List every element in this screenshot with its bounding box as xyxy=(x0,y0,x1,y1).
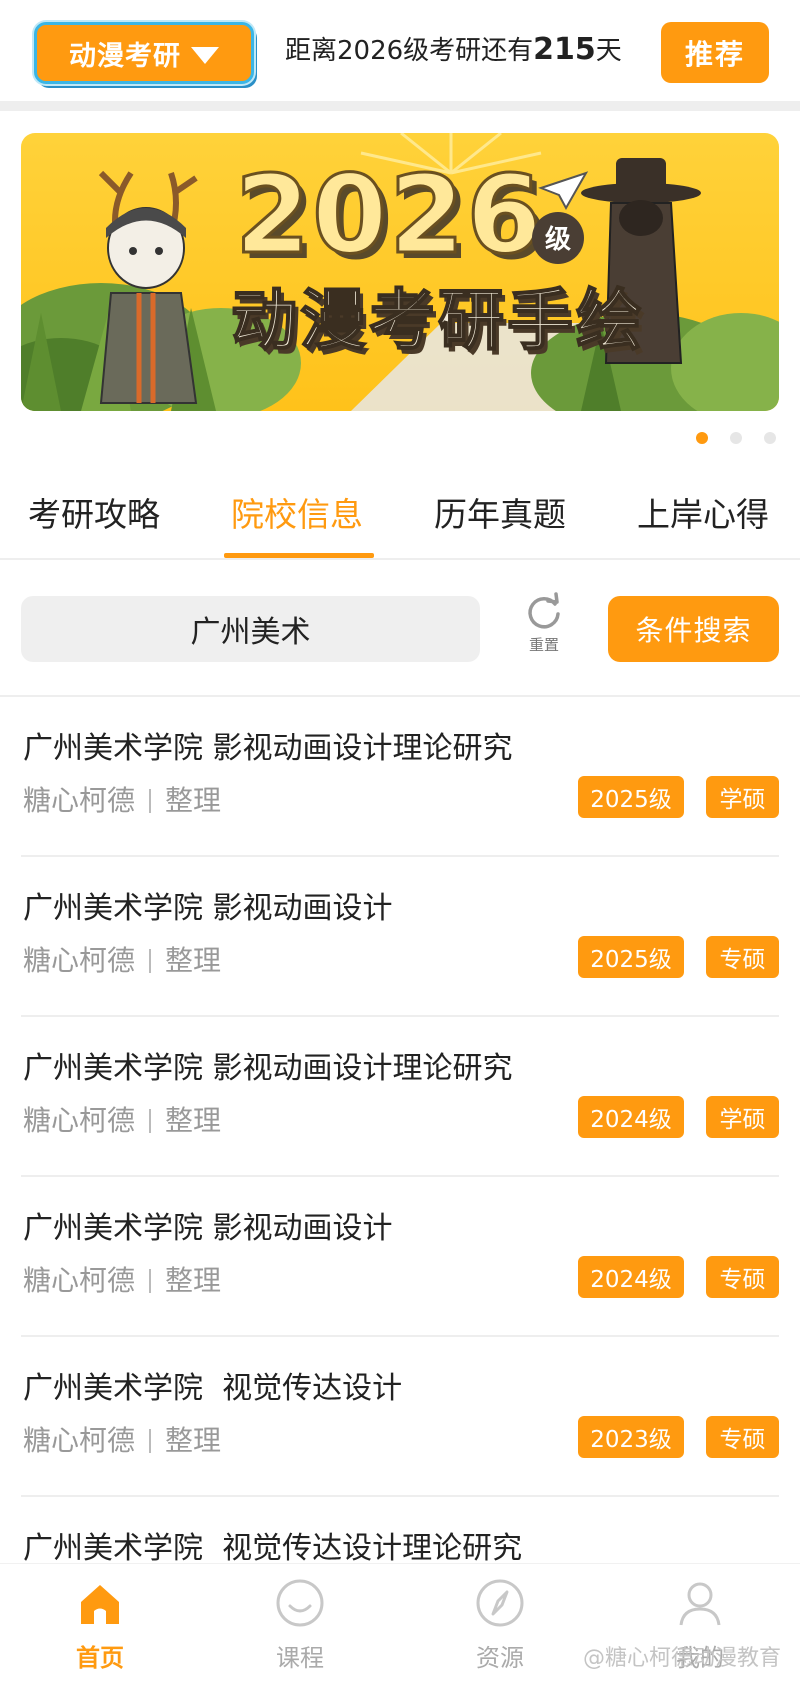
item-tags: 2023级 专硕 xyxy=(578,1416,779,1458)
meta-separator xyxy=(149,789,152,813)
item-role: 整理 xyxy=(165,1424,222,1457)
item-meta: 糖心柯德 整理 xyxy=(23,1419,221,1459)
header-divider xyxy=(0,101,800,111)
nav-resources-label: 资源 xyxy=(476,1644,524,1672)
filter-search-button[interactable]: 条件搜索 xyxy=(608,596,779,662)
banner-illustration: 2026 2026 级 动漫考研手绘 动漫考研手绘 xyxy=(21,133,779,411)
degree-tag: 专硕 xyxy=(706,936,779,978)
item-author: 糖心柯德 xyxy=(23,784,136,817)
year-tag: 2024级 xyxy=(578,1256,684,1298)
tab-exam-strategy[interactable]: 考研攻略 xyxy=(28,488,160,536)
list-item[interactable]: 广州美术学院 影视动画设计理论研究 糖心柯德 整理 2025级 学硕 xyxy=(21,697,779,857)
reset-button[interactable]: 重置 xyxy=(520,592,568,668)
smile-icon xyxy=(276,1579,324,1627)
home-icon xyxy=(81,1585,119,1624)
item-role: 整理 xyxy=(165,784,222,817)
item-meta: 糖心柯德 整理 xyxy=(23,1259,221,1299)
year-tag: 2025级 xyxy=(578,936,684,978)
nav-home-label: 首页 xyxy=(76,1644,124,1672)
carousel-dot[interactable] xyxy=(730,432,742,444)
category-selector[interactable]: 动漫考研 xyxy=(14,10,254,94)
item-tags: 2024级 专硕 xyxy=(578,1256,779,1298)
item-tags: 2024级 学硕 xyxy=(578,1096,779,1138)
year-tag: 2023级 xyxy=(578,1416,684,1458)
recommend-button[interactable]: 推荐 xyxy=(661,22,769,83)
item-meta: 糖心柯德 整理 xyxy=(23,939,221,979)
meta-separator xyxy=(149,1109,152,1133)
tab-past-papers[interactable]: 历年真题 xyxy=(434,488,566,536)
carousel-dots xyxy=(696,432,776,444)
compass-icon xyxy=(476,1579,524,1627)
item-tags: 2025级 专硕 xyxy=(578,936,779,978)
list-item[interactable]: 广州美术学院 影视动画设计 糖心柯德 整理 2025级 专硕 xyxy=(21,857,779,1017)
item-title: 广州美术学院 影视动画设计理论研究 xyxy=(23,1051,513,1086)
meta-separator xyxy=(149,949,152,973)
item-author: 糖心柯德 xyxy=(23,944,136,977)
item-title: 广州美术学院 影视动画设计理论研究 xyxy=(23,731,513,766)
tab-success-stories[interactable]: 上岸心得 xyxy=(637,488,769,536)
school-search-input[interactable]: 广州美术 xyxy=(21,596,480,662)
banner-title: 动漫考研手绘 xyxy=(231,282,645,359)
source-watermark: @糖心柯德动漫教育 xyxy=(583,1646,782,1671)
meta-separator xyxy=(149,1269,152,1293)
item-meta: 糖心柯德 整理 xyxy=(23,779,221,819)
item-role: 整理 xyxy=(165,1264,222,1297)
item-role: 整理 xyxy=(165,944,222,977)
meta-separator xyxy=(149,1429,152,1453)
refresh-icon xyxy=(528,592,560,629)
item-title: 广州美术学院 影视动画设计 xyxy=(23,891,393,926)
banner-grade-badge: 级 xyxy=(545,224,571,255)
content-tabs: 考研攻略 院校信息 历年真题 上岸心得 xyxy=(0,478,800,558)
tab-school-info[interactable]: 院校信息 xyxy=(231,488,363,536)
promo-banner[interactable]: 2026 2026 级 动漫考研手绘 动漫考研手绘 xyxy=(21,133,779,411)
degree-tag: 学硕 xyxy=(706,1096,779,1138)
item-meta: 糖心柯德 整理 xyxy=(23,1099,221,1139)
degree-tag: 学硕 xyxy=(706,776,779,818)
degree-tag: 专硕 xyxy=(706,1256,779,1298)
nav-home[interactable]: 首页 xyxy=(40,1578,160,1673)
exam-countdown: 距离2026级考研还有215天 xyxy=(285,30,622,67)
dropdown-triangle-icon xyxy=(191,46,219,64)
item-author: 糖心柯德 xyxy=(23,1424,136,1457)
nav-courses[interactable]: 课程 xyxy=(240,1578,360,1673)
category-button[interactable]: 动漫考研 xyxy=(34,22,254,84)
item-title: 广州美术学院 视觉传达设计 xyxy=(23,1371,403,1406)
item-author: 糖心柯德 xyxy=(23,1104,136,1137)
item-title: 广州美术学院 影视动画设计 xyxy=(23,1211,393,1246)
banner-year: 2026 xyxy=(235,153,544,278)
year-tag: 2024级 xyxy=(578,1096,684,1138)
item-tags: 2025级 学硕 xyxy=(578,776,779,818)
top-header: 动漫考研 距离2026级考研还有215天 推荐 xyxy=(0,0,800,101)
countdown-days: 215 xyxy=(533,32,596,67)
tabs-divider xyxy=(0,558,800,560)
user-icon xyxy=(679,1582,721,1626)
nav-courses-label: 课程 xyxy=(276,1644,324,1672)
item-role: 整理 xyxy=(165,1104,222,1137)
carousel-dot-active[interactable] xyxy=(696,432,708,444)
year-tag: 2025级 xyxy=(578,776,684,818)
list-item[interactable]: 广州美术学院 视觉传达设计 糖心柯德 整理 2023级 专硕 xyxy=(21,1337,779,1497)
list-item[interactable]: 广州美术学院 影视动画设计理论研究 糖心柯德 整理 2024级 学硕 xyxy=(21,1017,779,1177)
countdown-prefix: 距离2026级考研还有 xyxy=(285,36,534,66)
countdown-suffix: 天 xyxy=(595,36,622,66)
carousel-dot[interactable] xyxy=(764,432,776,444)
item-title: 广州美术学院 视觉传达设计理论研究 xyxy=(23,1531,523,1566)
category-label: 动漫考研 xyxy=(69,40,181,72)
nav-resources[interactable]: 资源 xyxy=(440,1578,560,1673)
degree-tag: 专硕 xyxy=(706,1416,779,1458)
list-item[interactable]: 广州美术学院 影视动画设计 糖心柯德 整理 2024级 专硕 xyxy=(21,1177,779,1337)
item-author: 糖心柯德 xyxy=(23,1264,136,1297)
reset-label: 重置 xyxy=(528,636,559,654)
